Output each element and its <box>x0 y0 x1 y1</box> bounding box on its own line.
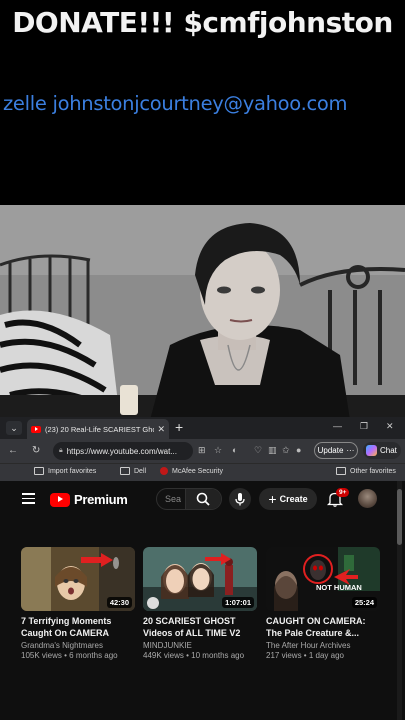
youtube-premium-logo[interactable]: Premium <box>50 492 128 507</box>
stream-overlay: DONATE!!! $cmfjohnston zelle johnstonjco… <box>0 0 405 205</box>
tab-youtube[interactable]: (23) 20 Real-Life SCARIEST Ghost ✕ <box>27 419 169 439</box>
channel-name[interactable]: Grandma's Nightmares <box>21 641 135 650</box>
video-thumbnail[interactable]: NOT HUMAN 25:24 <box>266 547 380 611</box>
video-duration: 42:30 <box>106 597 132 608</box>
performance-icon[interactable]: ♡ <box>254 445 262 456</box>
lock-icon: 🔒︎ <box>59 447 63 454</box>
search-icon <box>196 492 210 506</box>
scrollbar-thumb[interactable] <box>397 489 402 545</box>
chat-label: Chat <box>380 446 397 455</box>
fav-import-favorites[interactable]: Import favorites <box>34 467 96 475</box>
video-card[interactable]: NOT HUMAN 25:24 CAUGHT ON CAMERA: The Pa… <box>266 547 380 660</box>
url-field[interactable]: 🔒︎ https://www.youtube.com/wat... <box>53 442 193 460</box>
favorites-icon[interactable]: ✩ <box>282 445 290 456</box>
donate-text: DONATE!!! $cmfjohnston <box>12 6 393 39</box>
logo-text: Premium <box>74 492 128 507</box>
split-screen-icon[interactable]: ▥ <box>268 445 277 456</box>
copilot-icon <box>366 445 377 456</box>
favorites-bar: Import favorites Dell McAfee Security Ot… <box>0 463 405 481</box>
create-label: Create <box>279 494 308 504</box>
favorite-star-icon[interactable]: ☆ <box>214 445 222 456</box>
folder-icon <box>120 467 130 475</box>
import-icon <box>34 467 44 475</box>
search-input[interactable]: Sea <box>156 488 222 510</box>
mcafee-icon <box>160 467 168 475</box>
fav-other-favorites[interactable]: Other favorites <box>336 467 396 475</box>
microphone-icon <box>235 493 245 506</box>
url-text: https://www.youtube.com/wat... <box>66 446 178 456</box>
create-button[interactable]: + Create <box>259 488 317 510</box>
video-card[interactable]: 42:30 7 Terrifying Moments Caught On CAM… <box>21 547 135 660</box>
search-placeholder: Sea <box>165 494 182 504</box>
voice-search-button[interactable] <box>229 488 251 510</box>
video-title[interactable]: CAUGHT ON CAMERA: The Pale Creature &... <box>266 616 380 639</box>
video-duration: 25:24 <box>351 597 377 608</box>
maximize-button[interactable]: ❐ <box>360 421 368 432</box>
account-avatar[interactable] <box>358 489 377 508</box>
zelle-text: zelle johnstonjcourtney@yahoo.com <box>3 92 348 115</box>
video-metadata: 217 views • 1 day ago <box>266 651 344 660</box>
more-options-icon: ··· <box>346 446 355 455</box>
address-bar-row: ← ↻ 🔒︎ https://www.youtube.com/wat... ⊞ … <box>0 439 405 463</box>
close-tab-icon[interactable]: ✕ <box>157 424 165 435</box>
thumbnail-caption: NOT HUMAN <box>316 583 362 592</box>
tab-actions-chevron-icon[interactable]: ⌄ <box>6 421 22 435</box>
channel-name[interactable]: MINDJUNKIE <box>143 641 257 650</box>
youtube-header: Premium Sea + Create 9+ <box>0 481 405 519</box>
video-title[interactable]: 7 Terrifying Moments Caught On CAMERA <box>21 616 135 639</box>
browser-window: ⌄ (23) 20 Real-Life SCARIEST Ghost ✕ + —… <box>0 417 405 720</box>
search-button[interactable] <box>185 489 221 509</box>
close-window-button[interactable]: ✕ <box>386 421 394 432</box>
page-scrollbar[interactable] <box>397 481 402 720</box>
fav-dell[interactable]: Dell <box>120 467 146 475</box>
update-label: Update <box>317 446 344 455</box>
back-arrow-icon[interactable]: ← <box>8 445 18 456</box>
video-metadata: 449K views • 10 months ago <box>143 651 245 660</box>
tab-bar: ⌄ (23) 20 Real-Life SCARIEST Ghost ✕ + —… <box>0 417 405 439</box>
video-card[interactable]: 1:07:01 20 SCARIEST GHOST Videos of ALL … <box>143 547 257 660</box>
youtube-logo-icon <box>50 492 70 507</box>
menu-hamburger-icon[interactable] <box>22 493 35 504</box>
plus-icon: + <box>268 491 277 507</box>
channel-name[interactable]: The After Hour Archives <box>266 641 380 650</box>
video-title[interactable]: 20 SCARIEST GHOST Videos of ALL TIME V2 <box>143 616 257 639</box>
youtube-page: Premium Sea + Create 9+ 42:30 7 Terrifyi… <box>0 481 405 720</box>
webcam-scene <box>0 205 405 420</box>
minimize-button[interactable]: — <box>333 421 342 431</box>
video-metadata: 105K views • 6 months ago <box>21 651 118 660</box>
youtube-favicon-icon <box>31 425 41 433</box>
notification-count-badge: 9+ <box>336 488 350 497</box>
webcam-feed <box>0 205 405 420</box>
video-thumbnail[interactable]: 42:30 <box>21 547 135 611</box>
folder-icon <box>336 467 346 475</box>
update-button[interactable]: Update ··· <box>314 442 358 459</box>
refresh-icon[interactable]: ↻ <box>32 445 40 456</box>
profile-avatar-icon[interactable]: ● <box>296 445 301 455</box>
video-thumbnail[interactable]: 1:07:01 <box>143 547 257 611</box>
fav-mcafee-security[interactable]: McAfee Security <box>160 467 223 475</box>
video-duration: 1:07:01 <box>222 597 254 608</box>
app-available-icon[interactable]: ⊞ <box>198 445 206 456</box>
extension-c-icon[interactable]: ◐ <box>232 445 237 455</box>
new-tab-button[interactable]: + <box>175 419 183 435</box>
tab-title: (23) 20 Real-Life SCARIEST Ghost <box>45 424 155 434</box>
copilot-chat-button[interactable]: Chat <box>363 442 401 459</box>
